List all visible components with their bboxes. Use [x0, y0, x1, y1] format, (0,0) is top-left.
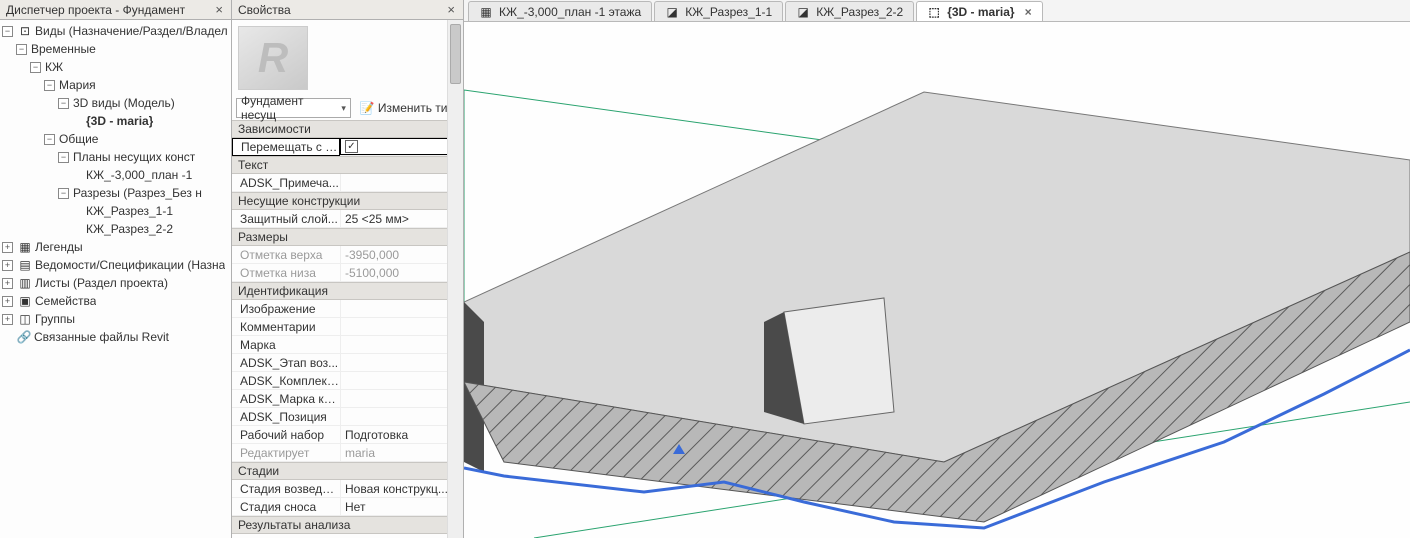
group-text[interactable]: Текст⌃	[232, 156, 463, 174]
prop-top-elev: Отметка верха-3950,000	[232, 246, 463, 264]
group-dimensions[interactable]: Размеры⌃	[232, 228, 463, 246]
properties-title: Свойства	[238, 3, 291, 17]
tab-section1[interactable]: ◪ КЖ_Разрез_1-1	[654, 1, 783, 21]
edit-type-icon: 📝	[360, 101, 375, 115]
prop-adsk-set[interactable]: ADSK_Комплект ...	[232, 372, 463, 390]
tree-plans[interactable]: Планы несущих конст	[73, 150, 195, 164]
properties-scrollbar[interactable]	[447, 20, 463, 538]
section-view-icon: ◪	[796, 5, 810, 19]
group-phasing[interactable]: Стадии⌃	[232, 462, 463, 480]
chevron-down-icon: ▾	[341, 103, 346, 114]
tab-section2[interactable]: ◪ КЖ_Разрез_2-2	[785, 1, 914, 21]
sheets-icon: ▥	[17, 276, 33, 290]
group-analysis[interactable]: Результаты анализа⌃	[232, 516, 463, 534]
edit-type-label: Изменить тип	[378, 101, 454, 115]
prop-bottom-elev: Отметка низа-5100,000	[232, 264, 463, 282]
tree-kzh[interactable]: КЖ	[45, 60, 63, 74]
prop-phase-demo[interactable]: Стадия сносаНет	[232, 498, 463, 516]
tab-plan[interactable]: ▦ КЖ_-3,000_план -1 этажа	[468, 1, 652, 21]
cube-view-icon: ⬚	[927, 5, 941, 19]
collapse-icon[interactable]: −	[30, 62, 41, 73]
tree-legends[interactable]: Легенды	[35, 240, 83, 254]
tree-views[interactable]: Виды (Назначение/Раздел/Владел	[35, 24, 228, 38]
revit-logo-icon: R	[258, 34, 288, 82]
3d-viewport[interactable]	[464, 22, 1410, 538]
prop-workset[interactable]: Рабочий наборПодготовка	[232, 426, 463, 444]
expand-icon[interactable]: +	[2, 242, 13, 253]
group-constraints[interactable]: Зависимости⌃	[232, 120, 463, 138]
group-structural[interactable]: Несущие конструкции⌃	[232, 192, 463, 210]
3d-model-view[interactable]	[464, 22, 1410, 538]
close-icon[interactable]: ×	[1021, 5, 1032, 19]
tree-links[interactable]: Связанные файлы Revit	[34, 330, 169, 344]
tree-common[interactable]: Общие	[59, 132, 98, 146]
type-thumbnail: R	[238, 26, 308, 90]
links-icon: 🔗	[16, 330, 32, 344]
prop-mark[interactable]: Марка	[232, 336, 463, 354]
close-icon[interactable]: ×	[213, 2, 225, 17]
prop-comments[interactable]: Комментарии	[232, 318, 463, 336]
tree-sheets[interactable]: Листы (Раздел проекта)	[35, 276, 168, 290]
groups-icon: ◫	[17, 312, 33, 326]
expand-icon[interactable]: +	[2, 296, 13, 307]
tree-temp[interactable]: Временные	[31, 42, 96, 56]
close-icon[interactable]: ×	[445, 2, 457, 17]
properties-panel: Свойства × R Фундамент несущ ▾ 📝 Изменит…	[232, 0, 464, 538]
expand-icon[interactable]: +	[2, 260, 13, 271]
project-browser-header: Диспетчер проекта - Фундамент ×	[0, 0, 231, 20]
prop-adsk-mark[interactable]: ADSK_Марка ко...	[232, 390, 463, 408]
expand-icon[interactable]: +	[2, 314, 13, 325]
prop-image[interactable]: Изображение	[232, 300, 463, 318]
prop-cover[interactable]: Защитный слой...25 <25 мм>	[232, 210, 463, 228]
tree-plan-item[interactable]: КЖ_-3,000_план -1	[86, 168, 192, 182]
group-identity[interactable]: Идентификация⌃	[232, 282, 463, 300]
collapse-icon[interactable]: −	[44, 80, 55, 91]
legends-icon: ▦	[17, 240, 33, 254]
properties-header: Свойства ×	[232, 0, 463, 20]
schedules-icon: ▤	[17, 258, 33, 272]
type-selector-value: Фундамент несущ	[241, 94, 341, 122]
prop-edited-by: Редактируетmaria	[232, 444, 463, 462]
scrollbar-thumb[interactable]	[450, 24, 461, 84]
prop-adsk-note[interactable]: ADSK_Примеча...	[232, 174, 463, 192]
project-browser-panel: Диспетчер проекта - Фундамент × −⊡Виды (…	[0, 0, 232, 538]
tree-section1[interactable]: КЖ_Разрез_1-1	[86, 204, 173, 218]
prop-move-with[interactable]: Перемещать с с...✓	[232, 138, 463, 156]
tree-schedules[interactable]: Ведомости/Спецификации (Назна	[35, 258, 225, 272]
tree-section2[interactable]: КЖ_Разрез_2-2	[86, 222, 173, 236]
tree-3d-maria[interactable]: {3D - maria}	[86, 114, 153, 128]
collapse-icon[interactable]: −	[58, 188, 69, 199]
expand-icon[interactable]: +	[2, 278, 13, 289]
views-icon: ⊡	[17, 24, 33, 38]
tree-3dviews[interactable]: 3D виды (Модель)	[73, 96, 175, 110]
type-thumbnail-row: R	[232, 20, 463, 96]
tab-3d-maria[interactable]: ⬚ {3D - maria} ×	[916, 1, 1042, 21]
families-icon: ▣	[17, 294, 33, 308]
collapse-icon[interactable]: −	[58, 98, 69, 109]
edit-type-button[interactable]: 📝 Изменить тип	[355, 98, 459, 118]
main-area: ▦ КЖ_-3,000_план -1 этажа ◪ КЖ_Разрез_1-…	[464, 0, 1410, 538]
properties-body: R Фундамент несущ ▾ 📝 Изменить тип Завис…	[232, 20, 463, 538]
type-selector-dropdown[interactable]: Фундамент несущ ▾	[236, 98, 351, 118]
prop-adsk-pos[interactable]: ADSK_Позиция	[232, 408, 463, 426]
tree-groups[interactable]: Группы	[35, 312, 75, 326]
tree-sections[interactable]: Разрезы (Разрез_Без н	[73, 186, 202, 200]
project-browser-tree[interactable]: −⊡Виды (Назначение/Раздел/Владел −Времен…	[0, 20, 231, 538]
prop-phase-created[interactable]: Стадия возведен...Новая конструкц...	[232, 480, 463, 498]
tree-families[interactable]: Семейства	[35, 294, 96, 308]
tree-maria[interactable]: Мария	[59, 78, 96, 92]
section-view-icon: ◪	[665, 5, 679, 19]
plan-view-icon: ▦	[479, 5, 493, 19]
collapse-icon[interactable]: −	[2, 26, 13, 37]
collapse-icon[interactable]: −	[16, 44, 27, 55]
collapse-icon[interactable]: −	[44, 134, 55, 145]
collapse-icon[interactable]: −	[58, 152, 69, 163]
checkbox-checked-icon[interactable]: ✓	[345, 140, 358, 153]
project-browser-title: Диспетчер проекта - Фундамент	[6, 3, 185, 17]
view-tab-bar: ▦ КЖ_-3,000_план -1 этажа ◪ КЖ_Разрез_1-…	[464, 0, 1410, 22]
prop-adsk-stage[interactable]: ADSK_Этап воз...	[232, 354, 463, 372]
